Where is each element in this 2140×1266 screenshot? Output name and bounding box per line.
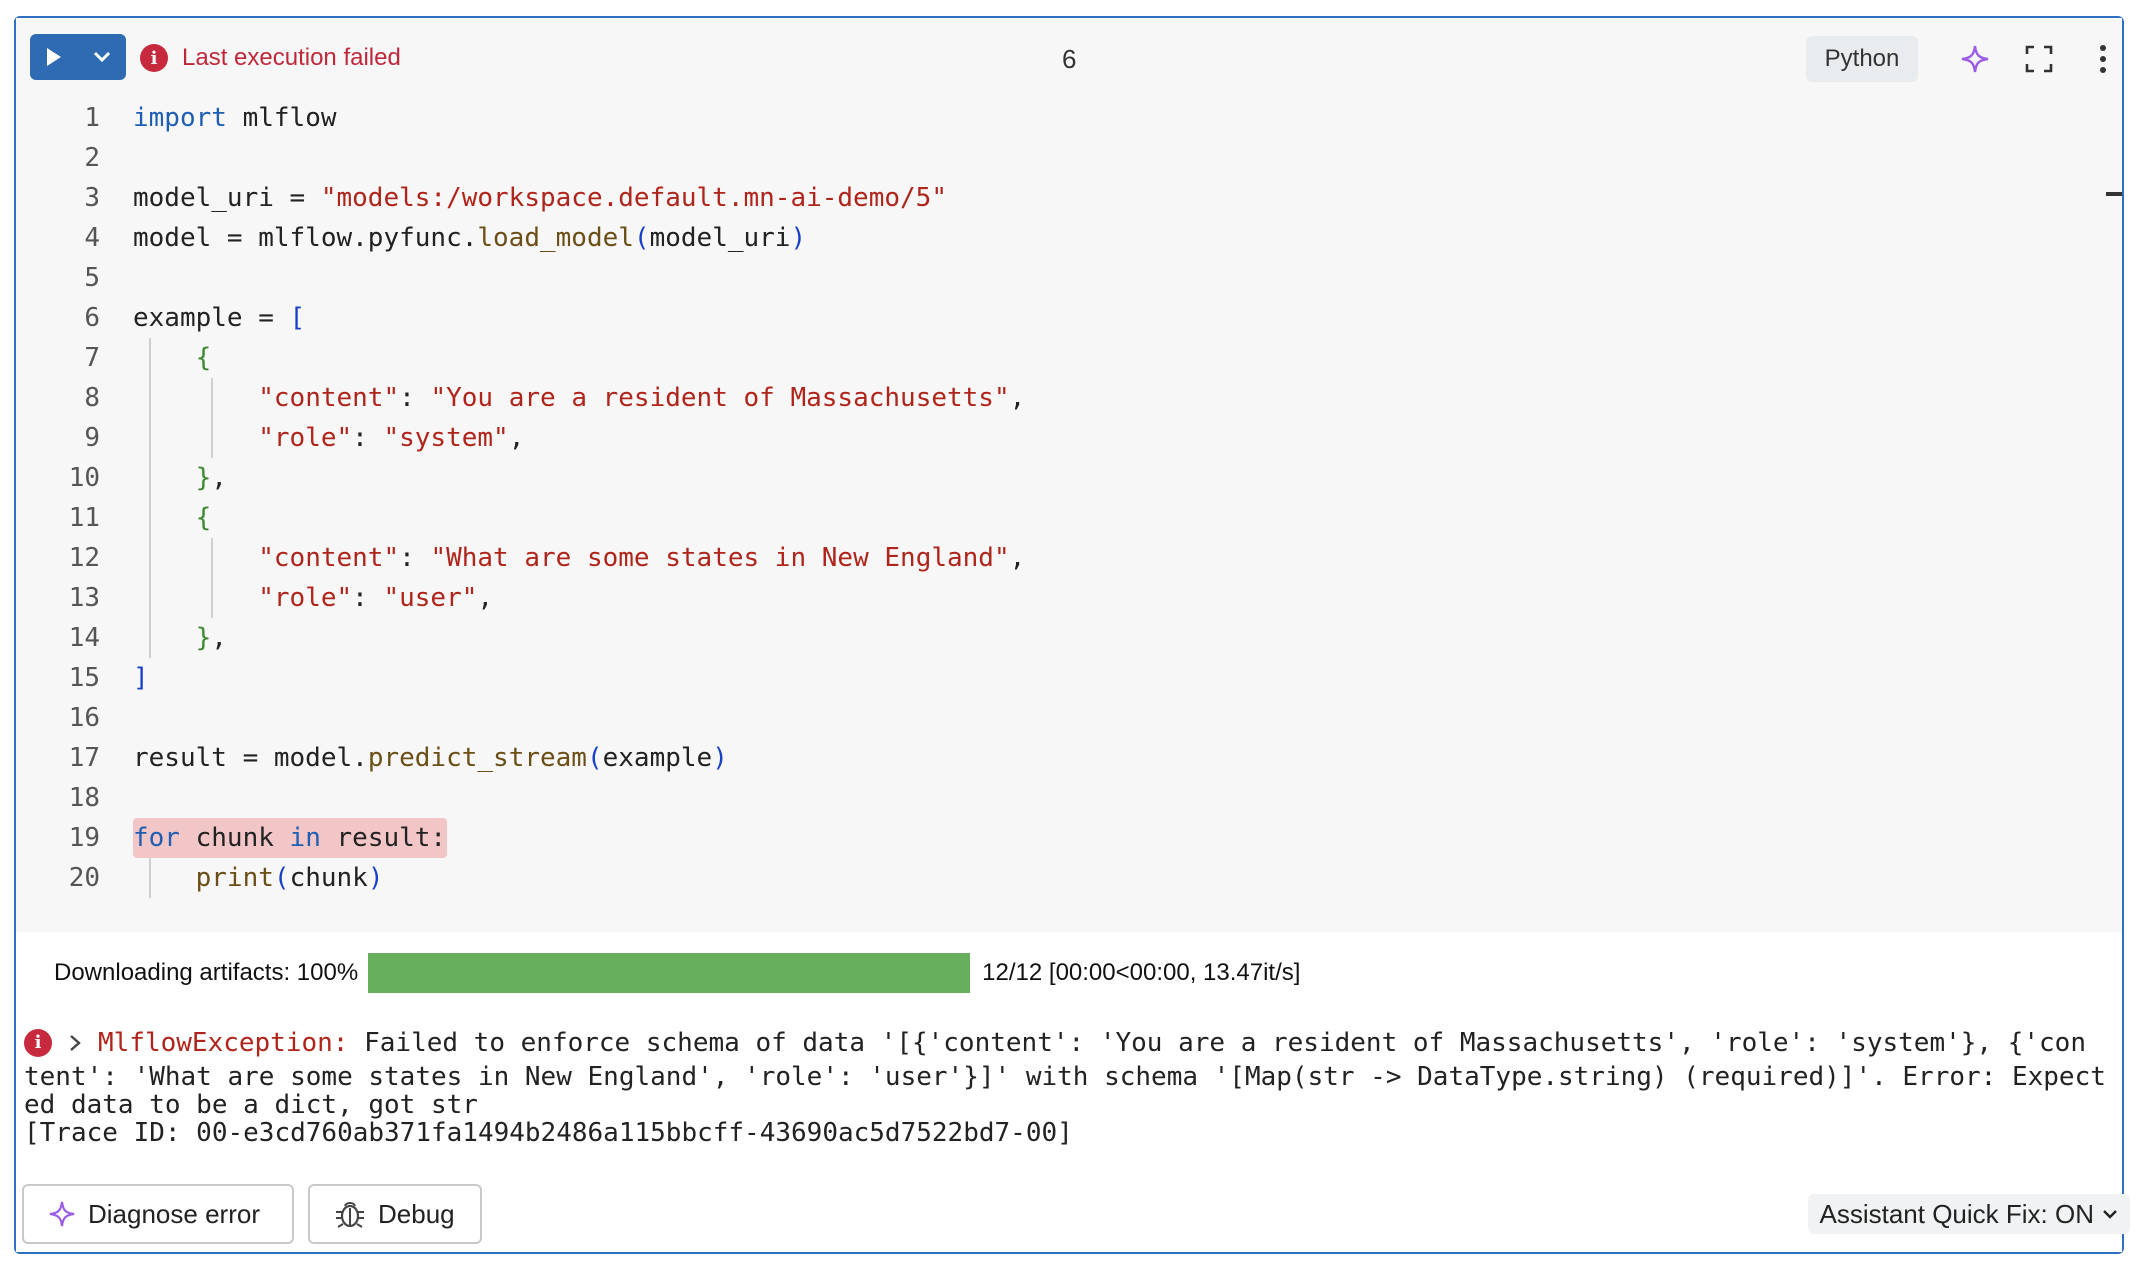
chevron-down-icon[interactable] bbox=[78, 34, 126, 80]
code-line: 10 }, bbox=[16, 458, 2122, 498]
more-vertical-icon[interactable] bbox=[2080, 36, 2126, 82]
code-line: 3 model_uri = "models:/workspace.default.… bbox=[16, 178, 2122, 218]
line-number: 5 bbox=[84, 263, 100, 293]
code-text: import mlflow bbox=[133, 103, 337, 133]
code-line: 13 "role": "user", bbox=[16, 578, 2122, 618]
code-line: 4 model = mlflow.pyfunc.load_model(model_… bbox=[16, 218, 2122, 258]
code-line: 8 "content": "You are a resident of Mass… bbox=[16, 378, 2122, 418]
line-number: 10 bbox=[68, 463, 100, 493]
execution-status: i Last execution failed bbox=[140, 42, 401, 74]
code-text: example = [ bbox=[133, 303, 306, 333]
code-text: "role": "user", bbox=[258, 583, 494, 613]
line-number: 15 bbox=[68, 663, 100, 693]
code-line: 18 bbox=[16, 778, 2122, 818]
exception-message-line: Failed to enforce schema of data '[{'con… bbox=[348, 1028, 2086, 1058]
line-number: 18 bbox=[68, 783, 100, 813]
error-output: i MlflowException: Failed to enforce sch… bbox=[24, 1024, 2106, 1152]
expand-icon[interactable] bbox=[2016, 36, 2062, 82]
line-number: 8 bbox=[84, 383, 100, 413]
exception-name: MlflowException: bbox=[98, 1028, 349, 1058]
debug-label: Debug bbox=[378, 1198, 455, 1229]
bug-icon bbox=[336, 1202, 364, 1228]
code-line: 12 "content": "What are some states in N… bbox=[16, 538, 2122, 578]
code-text: { bbox=[195, 343, 212, 373]
code-text: model = mlflow.pyfunc.load_model(model_u… bbox=[133, 223, 807, 253]
code-line: 16 bbox=[16, 698, 2122, 738]
code-line: 14 }, bbox=[16, 618, 2122, 658]
diagnose-error-button[interactable]: Diagnose error bbox=[22, 1184, 294, 1244]
code-line: 11 { bbox=[16, 498, 2122, 538]
line-number: 19 bbox=[68, 823, 100, 853]
download-progress: Downloading artifacts: 100% 12/12 [00:00… bbox=[54, 952, 1300, 994]
status-text: Last execution failed bbox=[182, 44, 401, 71]
code-text: for chunk in result: bbox=[133, 823, 447, 853]
line-number: 7 bbox=[84, 343, 100, 373]
notebook-cell: i Last execution failed 6 Python 1 import… bbox=[14, 16, 2124, 1254]
error-icon: i bbox=[24, 1029, 52, 1057]
error-icon: i bbox=[140, 44, 168, 72]
code-line: 9 "role": "system", bbox=[16, 418, 2122, 458]
line-number: 20 bbox=[68, 863, 100, 893]
line-number: 9 bbox=[84, 423, 100, 453]
code-text: ] bbox=[133, 663, 149, 693]
line-number: 17 bbox=[68, 743, 100, 773]
code-line-error: 19 for chunk in result: bbox=[16, 818, 2122, 858]
progress-label: Downloading artifacts: 100% bbox=[54, 959, 359, 986]
line-number: 11 bbox=[68, 503, 100, 533]
chevron-down-icon bbox=[2103, 1210, 2117, 1219]
code-line: 5 bbox=[16, 258, 2122, 298]
code-editor[interactable]: 1 import mlflow 2 3 model_uri = "models:/w… bbox=[16, 98, 2122, 932]
progress-bar-fill bbox=[368, 953, 971, 993]
code-text: "content": "You are a resident of Massac… bbox=[258, 383, 1026, 413]
chevron-right-icon[interactable] bbox=[64, 1032, 86, 1054]
code-line: 1 import mlflow bbox=[16, 98, 2122, 138]
code-text: print(chunk) bbox=[195, 863, 384, 893]
line-number: 4 bbox=[84, 223, 100, 253]
quick-fix-label: Assistant Quick Fix: ON bbox=[1819, 1198, 2095, 1229]
code-text: model_uri = "models:/workspace.default.m… bbox=[133, 183, 947, 213]
code-line: 15] bbox=[16, 658, 2122, 698]
code-line: 17 result = model.predict_stream(example) bbox=[16, 738, 2122, 778]
code-text: "content": "What are some states in New … bbox=[258, 543, 1026, 573]
line-number: 12 bbox=[68, 543, 100, 573]
line-number: 3 bbox=[84, 183, 100, 213]
line-number: 16 bbox=[68, 703, 100, 733]
code-text: }, bbox=[195, 623, 227, 653]
code-line: 2 bbox=[16, 138, 2122, 178]
cell-number: 6 bbox=[1062, 44, 1077, 74]
code-line: 6 example = [ bbox=[16, 298, 2122, 338]
code-text: "role": "system", bbox=[258, 423, 525, 453]
code-text: { bbox=[195, 503, 212, 533]
code-line: 7 { bbox=[16, 338, 2122, 378]
line-number: 13 bbox=[68, 583, 100, 613]
line-number: 6 bbox=[84, 303, 100, 333]
debug-button[interactable]: Debug bbox=[308, 1184, 482, 1244]
language-selector[interactable]: Python bbox=[1806, 36, 1918, 82]
cell-toolbar: i Last execution failed 6 Python bbox=[16, 18, 2122, 98]
code-text: result = model.predict_stream(example) bbox=[133, 743, 728, 773]
line-number: 2 bbox=[84, 143, 100, 173]
sparkle-icon bbox=[49, 1201, 75, 1227]
assistant-quick-fix-toggle[interactable]: Assistant Quick Fix: ON bbox=[1807, 1194, 2130, 1234]
progress-bar bbox=[368, 953, 971, 993]
line-number: 14 bbox=[68, 623, 100, 653]
play-icon[interactable] bbox=[30, 34, 78, 80]
sparkle-icon[interactable] bbox=[1952, 36, 1998, 82]
progress-stats: 12/12 [00:00<00:00, 13.47it/s] bbox=[982, 959, 1301, 986]
line-number: 1 bbox=[84, 103, 100, 133]
run-cell-button[interactable] bbox=[30, 34, 126, 80]
code-text: }, bbox=[195, 463, 227, 493]
code-line: 20 print(chunk) bbox=[16, 858, 2122, 898]
diagnose-label: Diagnose error bbox=[88, 1198, 260, 1229]
trace-id: [Trace ID: 00-e3cd760ab371fa1494b2486a11… bbox=[24, 1118, 1073, 1148]
